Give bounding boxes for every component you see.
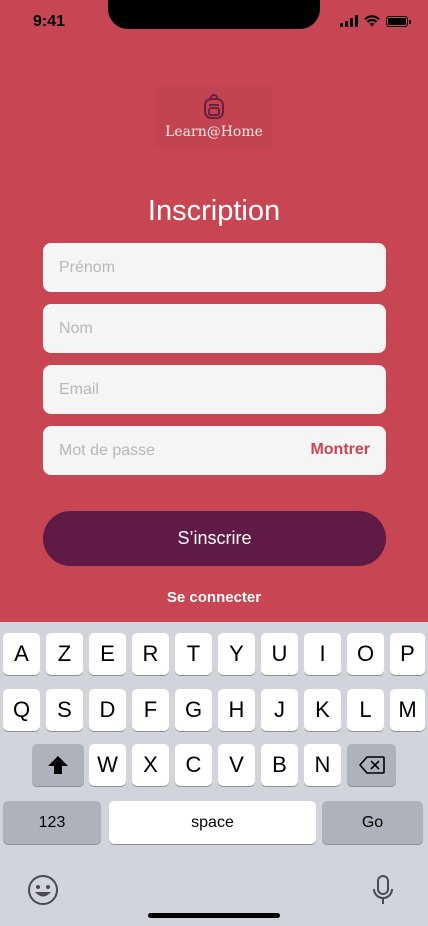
password-field-container: Montrer xyxy=(43,426,386,475)
key-p[interactable]: P xyxy=(390,633,425,675)
key-t[interactable]: T xyxy=(175,633,212,675)
key-d[interactable]: D xyxy=(89,689,126,731)
key-n[interactable]: N xyxy=(304,744,341,786)
key-c[interactable]: C xyxy=(175,744,212,786)
signup-button[interactable]: S’inscrire xyxy=(43,511,386,566)
key-u[interactable]: U xyxy=(261,633,298,675)
status-bar: 9:41 xyxy=(0,0,428,46)
key-b[interactable]: B xyxy=(261,744,298,786)
last-name-field[interactable] xyxy=(43,304,386,353)
go-key[interactable]: Go xyxy=(322,801,423,844)
key-q[interactable]: Q xyxy=(3,689,40,731)
key-s[interactable]: S xyxy=(46,689,83,731)
key-o[interactable]: O xyxy=(347,633,384,675)
backspace-key[interactable] xyxy=(347,744,396,786)
key-v[interactable]: V xyxy=(218,744,255,786)
page-title: Inscription xyxy=(147,195,281,227)
key-e[interactable]: E xyxy=(89,633,126,675)
shift-arrow-icon xyxy=(48,756,68,774)
key-j[interactable]: J xyxy=(261,689,298,731)
battery-icon xyxy=(386,15,411,27)
key-r[interactable]: R xyxy=(132,633,169,675)
home-indicator[interactable] xyxy=(148,913,280,918)
key-y[interactable]: Y xyxy=(218,633,255,675)
shift-key[interactable] xyxy=(32,744,84,786)
status-time: 9:41 xyxy=(33,13,66,30)
status-icons xyxy=(340,15,411,27)
key-z[interactable]: Z xyxy=(46,633,83,675)
key-l[interactable]: L xyxy=(347,689,384,731)
key-f[interactable]: F xyxy=(132,689,169,731)
key-a[interactable]: A xyxy=(3,633,40,675)
first-name-field[interactable] xyxy=(43,243,386,292)
key-k[interactable]: K xyxy=(304,689,341,731)
key-w[interactable]: W xyxy=(89,744,126,786)
backpack-icon xyxy=(204,94,224,119)
key-h[interactable]: H xyxy=(218,689,255,731)
show-password-button[interactable]: Montrer xyxy=(310,441,370,459)
space-key[interactable]: space xyxy=(109,801,316,844)
device-notch xyxy=(108,0,320,29)
key-g[interactable]: G xyxy=(175,689,212,731)
wifi-icon xyxy=(364,15,380,27)
key-m[interactable]: M xyxy=(390,689,425,731)
key-x[interactable]: X xyxy=(132,744,169,786)
emoji-icon[interactable] xyxy=(27,874,59,906)
logo-text: Learn@Home xyxy=(165,124,263,140)
numbers-key[interactable]: 123 xyxy=(3,801,101,844)
login-link[interactable]: Se connecter xyxy=(0,589,428,606)
cellular-signal-icon xyxy=(340,15,358,27)
key-i[interactable]: I xyxy=(304,633,341,675)
email-field[interactable] xyxy=(43,365,386,414)
keyboard: A Z E R T Y U I O P Q S D F G H J K L M … xyxy=(0,622,428,926)
microphone-icon[interactable] xyxy=(372,874,394,906)
app-logo: Learn@Home xyxy=(155,86,273,148)
backspace-icon xyxy=(358,756,385,774)
